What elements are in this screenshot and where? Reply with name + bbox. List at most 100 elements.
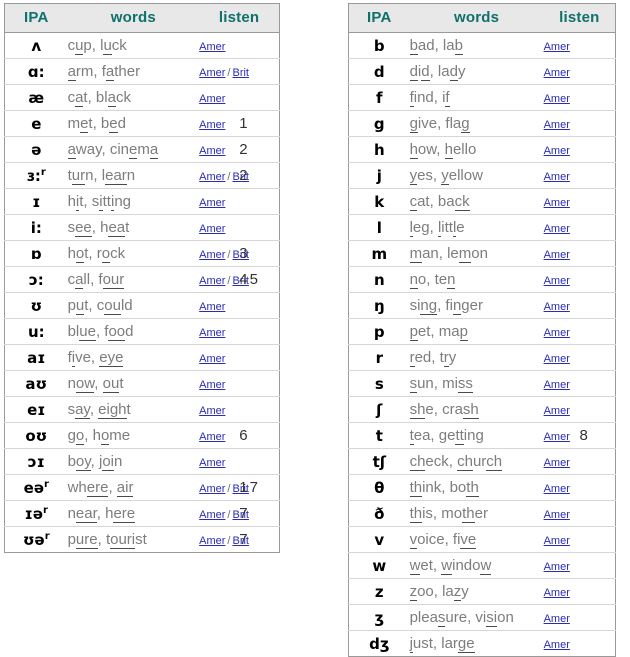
listen-links: Amer / Brit	[199, 501, 249, 527]
audio-link-amer[interactable]: Amer	[199, 457, 225, 469]
listen-links: Amer	[544, 215, 580, 241]
audio-link-amer[interactable]: Amer	[544, 353, 570, 365]
example-words: met, bed	[67, 115, 126, 133]
audio-link-amer[interactable]: Amer	[544, 171, 570, 183]
audio-link-amer[interactable]: Amer	[544, 93, 570, 105]
audio-link-amer[interactable]: Amer	[199, 405, 225, 417]
audio-link-amer[interactable]: Amer	[544, 327, 570, 339]
audio-link-amer[interactable]: Amer	[199, 431, 225, 443]
audio-link-amer[interactable]: Amer	[199, 41, 225, 53]
example-words: cat, black	[67, 89, 131, 107]
listen-links: Amer	[544, 85, 580, 111]
table-row: ʒ pleasure, vision Amer	[348, 605, 616, 631]
ipa-symbol: eər	[23, 478, 49, 497]
audio-link-amer[interactable]: Amer	[199, 301, 225, 313]
audio-link-amer[interactable]: Amer	[544, 41, 570, 53]
footnote-markers	[580, 137, 616, 163]
audio-link-amer[interactable]: Amer	[199, 275, 225, 287]
footnote-marker: 6	[239, 427, 248, 444]
superscript-r: r	[43, 504, 48, 516]
table-row: u: blue, food Amer	[4, 319, 280, 345]
ipa-symbol: r	[375, 348, 383, 367]
audio-link-amer[interactable]: Amer	[544, 405, 570, 417]
footnote-markers	[580, 449, 616, 475]
ipa-symbol: n	[373, 270, 385, 289]
audio-link-amer[interactable]: Amer	[199, 93, 225, 105]
audio-link-amer[interactable]: Amer	[544, 119, 570, 131]
audio-link-amer[interactable]: Amer	[544, 613, 570, 625]
ipa-symbol: ɜ:r	[26, 166, 46, 185]
table-row: ʃ she, crash Amer	[348, 397, 616, 423]
listen-links: Amer	[199, 85, 239, 111]
footnote-markers	[239, 189, 279, 215]
audio-link-amer[interactable]: Amer	[199, 171, 225, 183]
audio-link-amer[interactable]: Amer	[544, 509, 570, 521]
example-words: yes, yellow	[409, 167, 483, 185]
listen-links: Amer	[544, 267, 580, 293]
table-row: ð this, mother Amer	[348, 501, 616, 527]
ipa-symbol: ʒ	[374, 608, 385, 627]
example-words: hot, rock	[67, 245, 126, 263]
audio-link-amer[interactable]: Amer	[544, 535, 570, 547]
table-row: ɔɪ boy, join Amer	[4, 449, 280, 475]
audio-link-amer[interactable]: Amer	[544, 223, 570, 235]
ipa-symbol: ŋ	[373, 296, 385, 315]
audio-link-amer[interactable]: Amer	[544, 301, 570, 313]
audio-link-amer[interactable]: Amer	[544, 483, 570, 495]
footnote-markers	[580, 319, 616, 345]
table-row: z zoo, lazy Amer	[348, 579, 616, 605]
ipa-chart-board: IPA words listen ʌ cup, luck Amer ɑ: arm, fa…	[0, 0, 630, 657]
table-row: ə away, cinema Amer 2	[4, 137, 280, 163]
audio-link-amer[interactable]: Amer	[544, 587, 570, 599]
listen-links: Amer	[544, 33, 580, 59]
audio-link-brit[interactable]: Brit	[232, 67, 249, 79]
audio-link-amer[interactable]: Amer	[199, 353, 225, 365]
table-row: ɪ hit, sitting Amer	[4, 189, 280, 215]
table-row: ɑ: arm, father Amer / Brit	[4, 59, 280, 85]
table-row: j yes, yellow Amer	[348, 163, 616, 189]
audio-link-amer[interactable]: Amer	[199, 197, 225, 209]
footnote-markers	[239, 319, 279, 345]
audio-link-amer[interactable]: Amer	[199, 509, 225, 521]
audio-link-amer[interactable]: Amer	[544, 275, 570, 287]
footnote-markers	[580, 267, 616, 293]
listen-links: Amer	[544, 111, 580, 137]
audio-link-amer[interactable]: Amer	[544, 561, 570, 573]
audio-link-amer[interactable]: Amer	[199, 483, 225, 495]
audio-link-amer[interactable]: Amer	[544, 457, 570, 469]
ipa-symbol: j	[376, 166, 382, 185]
table-row: ɪər near, here Amer / Brit 7	[4, 501, 280, 527]
audio-link-amer[interactable]: Amer	[199, 379, 225, 391]
audio-link-amer[interactable]: Amer	[544, 249, 570, 261]
footnote-marker: 3	[239, 245, 248, 262]
footnote-markers: 17	[239, 475, 279, 501]
ipa-symbol: t	[375, 426, 383, 445]
audio-link-amer[interactable]: Amer	[544, 145, 570, 157]
footnote-marker: 8	[579, 427, 588, 444]
footnote-markers	[580, 397, 616, 423]
audio-link-amer[interactable]: Amer	[199, 249, 225, 261]
listen-links: Amer / Brit	[199, 527, 249, 553]
example-words: see, heat	[67, 219, 130, 237]
audio-link-amer[interactable]: Amer	[544, 431, 570, 443]
audio-link-amer[interactable]: Amer	[199, 327, 225, 339]
ipa-symbol: k	[374, 192, 385, 211]
audio-link-amer[interactable]: Amer	[544, 379, 570, 391]
audio-link-amer[interactable]: Amer	[199, 119, 225, 131]
table-row: b bad, lab Amer	[348, 33, 616, 59]
audio-link-amer[interactable]: Amer	[199, 535, 225, 547]
audio-link-amer[interactable]: Amer	[544, 67, 570, 79]
audio-link-amer[interactable]: Amer	[544, 197, 570, 209]
ipa-symbol: ʊ	[30, 296, 43, 315]
audio-link-amer[interactable]: Amer	[199, 145, 225, 157]
consonant-table-header: IPA words listen	[348, 3, 616, 33]
audio-link-amer[interactable]: Amer	[199, 223, 225, 235]
example-words: now, out	[67, 375, 124, 393]
table-row: v voice, five Amer	[348, 527, 616, 553]
table-row: eɪ say, eight Amer	[4, 397, 280, 423]
audio-link-amer[interactable]: Amer	[544, 639, 570, 651]
example-words: call, four	[67, 271, 125, 289]
footnote-markers: 7	[239, 501, 279, 527]
ipa-symbol: tʃ	[372, 452, 386, 471]
audio-link-amer[interactable]: Amer	[199, 67, 225, 79]
